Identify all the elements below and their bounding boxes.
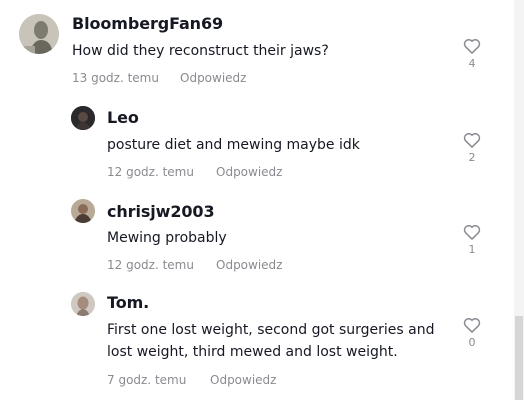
- comment-timestamp: 12 godz. temu: [107, 258, 194, 272]
- heart-icon[interactable]: [462, 222, 482, 242]
- like-count: 0: [468, 336, 476, 349]
- heart-icon[interactable]: [462, 36, 482, 56]
- comment-username[interactable]: Tom.: [107, 293, 149, 313]
- heart-icon[interactable]: [462, 130, 482, 150]
- comment-text: posture diet and mewing maybe idk: [107, 137, 360, 153]
- comment-username[interactable]: chrisjw2003: [107, 202, 215, 222]
- like-control: 0: [460, 315, 484, 350]
- reply-button[interactable]: Odpowiedz: [216, 257, 282, 273]
- comment-item: BloombergFan69 How did they reconstruct …: [0, 0, 514, 100]
- comment-text: Mewing probably: [107, 230, 227, 246]
- comment-username[interactable]: Leo: [107, 108, 139, 128]
- like-count: 2: [468, 151, 476, 164]
- reply-button[interactable]: Odpowiedz: [180, 70, 246, 86]
- avatar[interactable]: [71, 106, 95, 130]
- like-control: 2: [460, 130, 484, 165]
- comment-timestamp: 12 godz. temu: [107, 165, 194, 179]
- scrollbar-thumb[interactable]: [515, 316, 523, 400]
- reply-button[interactable]: Odpowiedz: [216, 164, 282, 180]
- comment-text: First one lost weight, second got surger…: [107, 322, 435, 360]
- heart-icon[interactable]: [462, 315, 482, 335]
- like-control: 1: [460, 222, 484, 257]
- comment-timestamp: 13 godz. temu: [72, 71, 159, 85]
- comment-text: How did they reconstruct their jaws?: [72, 43, 329, 59]
- avatar[interactable]: [19, 14, 59, 54]
- reply-item: Leo posture diet and mewing maybe idk 12…: [0, 100, 514, 194]
- comment-timestamp: 7 godz. temu: [107, 373, 187, 387]
- reply-item: chrisjw2003 Mewing probably 12 godz. tem…: [0, 194, 514, 288]
- avatar[interactable]: [71, 292, 95, 316]
- reply-button[interactable]: Odpowiedz: [210, 372, 276, 388]
- like-count: 4: [468, 57, 476, 70]
- avatar[interactable]: [71, 199, 95, 223]
- scrollbar-track[interactable]: [514, 0, 524, 400]
- like-count: 1: [468, 243, 476, 256]
- comment-username[interactable]: BloombergFan69: [72, 14, 223, 34]
- reply-item: Tom. First one lost weight, second got s…: [0, 288, 514, 400]
- like-control: 4: [460, 36, 484, 71]
